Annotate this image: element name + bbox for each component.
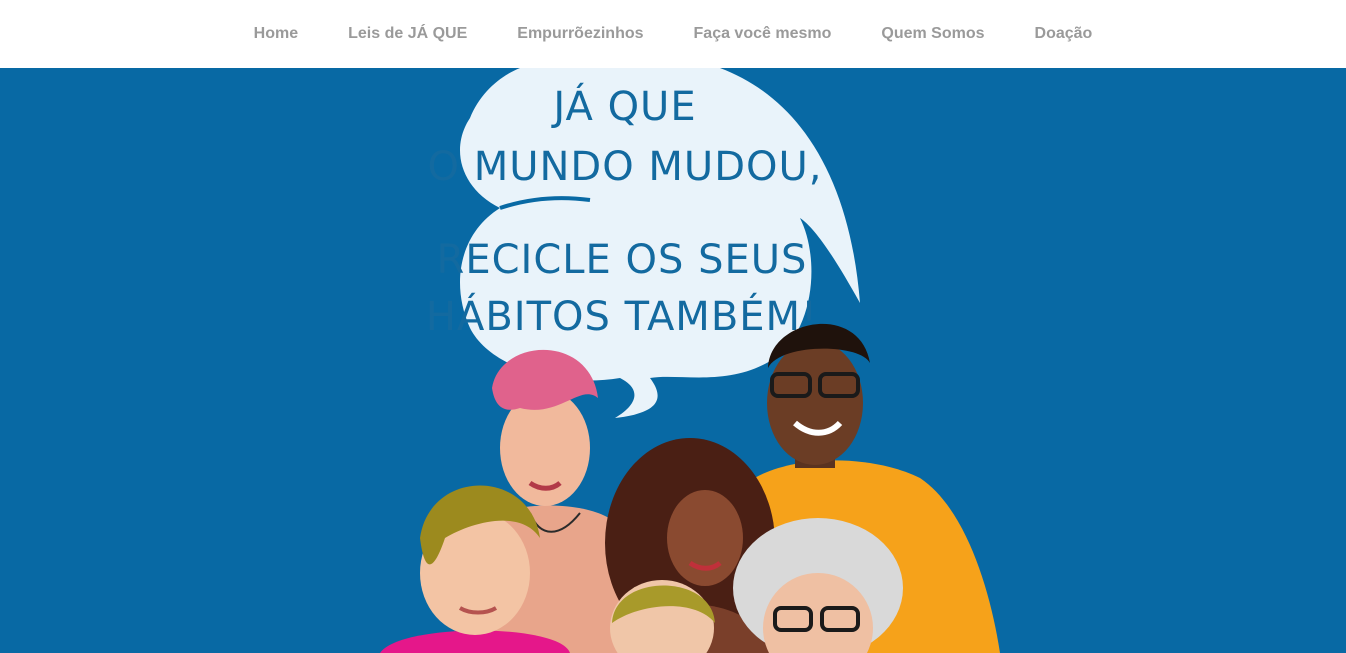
nav-menu: Home Leis de JÁ QUE Empurrõezinhos Faça …	[229, 25, 1118, 43]
nav-item-empurroezinhos[interactable]: Empurrõezinhos	[517, 25, 643, 42]
nav-item-doacao[interactable]: Doação	[1035, 25, 1093, 42]
top-navigation: Home Leis de JÁ QUE Empurrõezinhos Faça …	[0, 0, 1346, 68]
hero-illustration: JÁ QUE O MUNDO MUDOU, RECICLE OS SEUS HÁ…	[380, 68, 1000, 653]
nav-item-home[interactable]: Home	[254, 25, 298, 42]
bubble-text-line2: O MUNDO MUDOU,	[428, 144, 823, 190]
nav-item-quem-somos[interactable]: Quem Somos	[881, 25, 984, 42]
character-gray-hair-man	[733, 518, 903, 653]
nav-item-faca-voce-mesmo[interactable]: Faça você mesmo	[694, 25, 832, 42]
hero-banner: JÁ QUE O MUNDO MUDOU, RECICLE OS SEUS HÁ…	[0, 68, 1346, 653]
nav-item-leis-de-ja-que[interactable]: Leis de JÁ QUE	[348, 25, 467, 42]
bubble-text-line4: HÁBITOS TAMBÉM!	[426, 292, 818, 340]
bubble-text-line3: RECICLE OS SEUS	[437, 237, 808, 283]
bubble-text-line1: JÁ QUE	[550, 82, 696, 130]
